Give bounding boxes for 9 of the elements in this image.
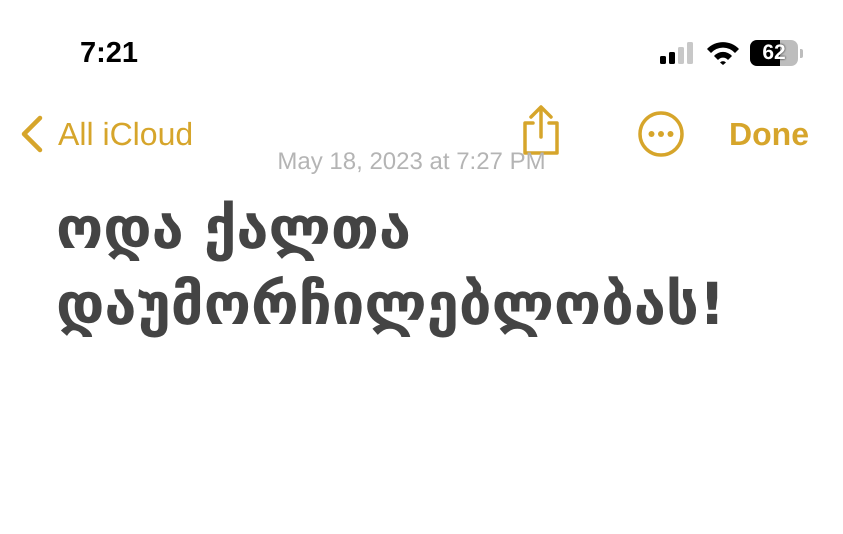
note-title-line: დაუმორჩილებლობას! [56, 269, 726, 340]
note-title-line: ოდა ქალთა [56, 193, 412, 264]
back-button[interactable]: All iCloud [18, 114, 194, 154]
cellular-signal-icon [660, 42, 696, 64]
status-time: 7:21 [80, 36, 138, 70]
note-date: May 18, 2023 at 7:27 PM [276, 148, 547, 176]
done-button[interactable]: Done [729, 116, 809, 152]
wifi-icon [706, 41, 740, 65]
more-icon[interactable] [637, 110, 685, 158]
